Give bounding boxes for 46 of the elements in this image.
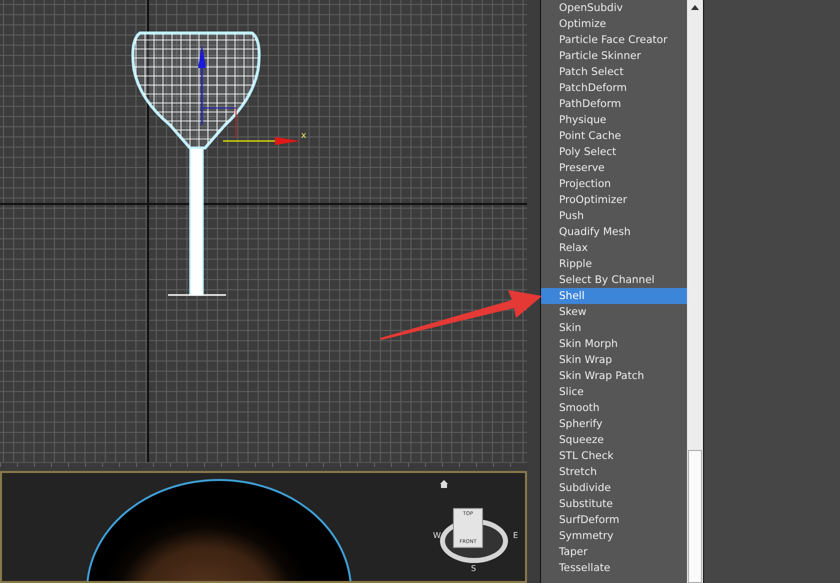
modifier-list-item[interactable]: Shell (541, 288, 687, 304)
modifier-list-item[interactable]: Slice (541, 384, 687, 400)
modifier-list-item[interactable]: Skin (541, 320, 687, 336)
scroll-up-icon[interactable] (691, 4, 699, 10)
axis-label: x (301, 131, 306, 141)
modifier-list-item[interactable]: Skew (541, 304, 687, 320)
modifier-list-item[interactable]: Patch Select (541, 64, 687, 80)
scrollbar[interactable] (687, 0, 704, 583)
modifier-list-item[interactable]: PatchDeform (541, 80, 687, 96)
modifier-list-item[interactable]: Poly Select (541, 144, 687, 160)
modifier-list-item[interactable]: PathDeform (541, 96, 687, 112)
modifier-list-item[interactable]: Skin Wrap (541, 352, 687, 368)
scrollbar-thumb[interactable] (688, 450, 702, 583)
modifier-list-item[interactable]: Substitute (541, 496, 687, 512)
compass-label[interactable]: E (513, 531, 518, 540)
modifier-list-item[interactable]: Ripple (541, 256, 687, 272)
modifier-list-item[interactable]: SurfDeform (541, 512, 687, 528)
modifier-list-item[interactable]: Projection (541, 176, 687, 192)
modifier-list-item[interactable]: Smooth (541, 400, 687, 416)
modifier-list-item[interactable]: Point Cache (541, 128, 687, 144)
compass-label[interactable]: W (433, 531, 441, 540)
modifier-list-item[interactable]: Squeeze (541, 432, 687, 448)
modifier-list-item[interactable]: Skin Morph (541, 336, 687, 352)
modifier-list-item[interactable]: Push (541, 208, 687, 224)
modifier-list-item[interactable]: Quadify Mesh (541, 224, 687, 240)
modifier-list-item[interactable]: OpenSubdiv (541, 0, 687, 16)
move-gizmo-drawing[interactable] (198, 45, 300, 145)
modifier-list-item[interactable]: Optimize (541, 16, 687, 32)
modifier-list-item[interactable]: Skin Wrap Patch (541, 368, 687, 384)
modifier-list-item[interactable]: Preserve (541, 160, 687, 176)
modifier-list-item[interactable]: STL Check (541, 448, 687, 464)
modifier-list-item[interactable]: Tessellate (541, 560, 687, 576)
modifier-list-item[interactable]: Physique (541, 112, 687, 128)
modifier-list-item[interactable]: Subdivide (541, 480, 687, 496)
home-icon[interactable] (439, 479, 449, 489)
modifier-list-item[interactable]: ProOptimizer (541, 192, 687, 208)
top-viewport[interactable]: x (0, 0, 527, 462)
compass-label[interactable]: S (471, 564, 476, 573)
modifier-list-item[interactable]: Particle Skinner (541, 48, 687, 64)
modifier-list-item[interactable]: Spherify (541, 416, 687, 432)
modifier-list-item[interactable]: Particle Face Creator (541, 32, 687, 48)
modifier-list-item[interactable]: Taper (541, 544, 687, 560)
modifier-list-item[interactable]: Symmetry (541, 528, 687, 544)
modifier-list-item[interactable]: Stretch (541, 464, 687, 480)
modifier-list-item[interactable]: Select By Channel (541, 272, 687, 288)
modifier-list-item[interactable]: Relax (541, 240, 687, 256)
